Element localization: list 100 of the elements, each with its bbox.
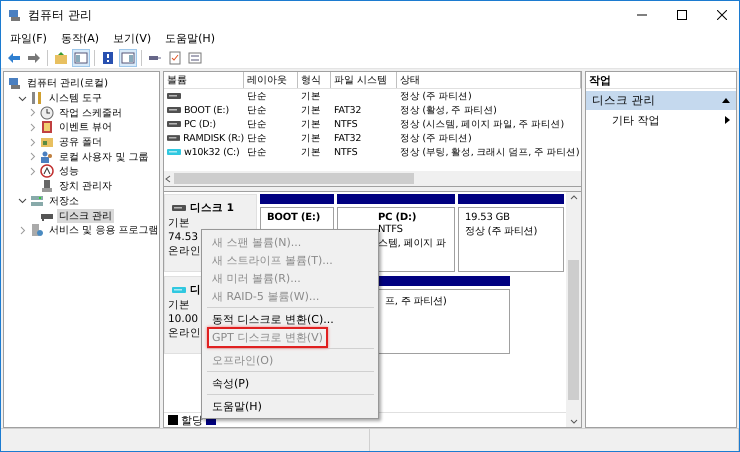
actions-section[interactable]: 디스크 관리 xyxy=(586,91,736,110)
disk-name: 디스크 1 xyxy=(190,201,234,215)
table-cell-text: 단순 xyxy=(246,146,268,158)
chevron-right-icon[interactable] xyxy=(18,226,27,235)
table-cell-text: 단순 xyxy=(246,132,268,144)
partition-info: 19.53 GB xyxy=(465,212,511,223)
disk-type: 기본 xyxy=(168,216,190,230)
table-cell: BOOT (E:) xyxy=(184,104,229,116)
partition[interactable]: 19.53 GB 정상 (주 파티션) xyxy=(458,207,564,272)
computer-icon xyxy=(8,76,22,90)
column-header[interactable]: 파일 시스템 xyxy=(331,72,397,88)
tree-item[interactable]: 공유 폴더 xyxy=(57,135,104,150)
column-header[interactable]: 상태 xyxy=(397,72,581,88)
submenu-arrow-icon xyxy=(725,116,730,124)
tree-item[interactable]: 저장소 xyxy=(47,194,81,208)
table-cell-text: 정상 (시스템, 페이지 파일, 주 파티션) xyxy=(399,118,565,130)
column-header[interactable]: 볼륨 xyxy=(164,72,244,88)
tree-item[interactable]: 시스템 도구 xyxy=(47,91,104,106)
panel-icon xyxy=(74,50,88,64)
action-item[interactable]: 기타 작업 xyxy=(586,110,736,130)
tree-item[interactable]: 컴퓨터 관리(로컬) xyxy=(25,76,110,90)
menu-item[interactable]: 속성(P) xyxy=(207,372,254,394)
panel-icon xyxy=(121,50,135,64)
table-cell-text: 기본 xyxy=(300,90,322,102)
checklist-icon xyxy=(168,50,182,64)
folder-up-icon xyxy=(54,50,68,64)
table-cell-text: FAT32 xyxy=(333,104,362,116)
table-cell-text: NTFS xyxy=(333,118,358,130)
toolbar-button[interactable] xyxy=(119,48,137,66)
forward-icon xyxy=(27,50,41,64)
partition-info: 프, 주 파티션) xyxy=(385,295,448,308)
column-header[interactable]: 형식 xyxy=(298,72,331,88)
table-cell-text: 단순 xyxy=(246,118,268,130)
chevron-right-icon[interactable] xyxy=(28,138,37,147)
chevron-down-icon[interactable] xyxy=(18,196,27,206)
clock-icon xyxy=(40,106,54,120)
table-cell-text: 기본 xyxy=(300,146,322,158)
partition-info: NTFS xyxy=(378,224,404,235)
table-cell-text: 기본 xyxy=(300,118,322,130)
folder-icon xyxy=(40,135,54,150)
table-cell-text: 단순 xyxy=(246,104,268,116)
toolbar-button[interactable] xyxy=(72,48,90,66)
table-cell-text: 기본 xyxy=(300,132,322,144)
chevron-down-icon[interactable] xyxy=(18,94,27,103)
tree-item[interactable]: 작업 스케줄러 xyxy=(57,106,124,120)
table-cell: RAMDISK (R:) xyxy=(183,132,244,144)
back-icon xyxy=(7,50,21,64)
disk-status: 온라인 xyxy=(168,326,201,340)
performance-icon xyxy=(40,164,54,178)
users-icon xyxy=(40,150,54,164)
chevron-right-icon[interactable] xyxy=(28,166,37,176)
list-icon xyxy=(188,50,202,64)
partition-name: PC (D:) xyxy=(378,212,418,223)
collapse-icon[interactable] xyxy=(722,98,730,103)
table-cell-text: NTFS xyxy=(333,146,358,158)
scroll-down-icon[interactable] xyxy=(570,419,578,425)
table-cell-text: 정상 (주 파티션) xyxy=(399,90,472,102)
table-cell: PC (D:) xyxy=(184,118,216,130)
table-cell-text: 정상 (주 파티션) xyxy=(399,132,472,144)
tree-item[interactable]: 성능 xyxy=(57,164,81,178)
table-cell-text: 단순 xyxy=(246,90,268,102)
column-header[interactable]: 레이아웃 xyxy=(244,72,298,88)
horizontal-scrollbar[interactable] xyxy=(164,171,581,186)
tree-item[interactable]: 서비스 및 응용 프로그램 xyxy=(47,223,161,238)
menu-item[interactable]: 도움말(H) xyxy=(158,30,222,46)
menu-item[interactable]: 동작(A) xyxy=(54,30,106,46)
tree-item[interactable]: 이벤트 뷰어 xyxy=(57,120,114,134)
menu-item[interactable]: 도움말(H) xyxy=(207,396,267,416)
chevron-right-icon[interactable] xyxy=(28,108,37,118)
chevron-right-icon[interactable] xyxy=(28,122,37,132)
partition-name: BOOT (E:) xyxy=(267,212,322,223)
close-icon xyxy=(717,10,727,20)
tree-item[interactable]: 디스크 관리 xyxy=(57,208,114,223)
actions-header: 작업 xyxy=(586,72,736,89)
partition-info: 정상 (주 파티션) xyxy=(465,225,538,238)
tree-item[interactable]: 로컬 사용자 및 그룹 xyxy=(57,150,151,164)
chevron-right-icon[interactable] xyxy=(28,152,37,162)
table-cell-text: FAT32 xyxy=(333,132,362,144)
table-cell: w10k32 (C:) xyxy=(184,146,240,158)
computer-icon xyxy=(8,8,22,22)
disk-size: 10.00 xyxy=(168,313,198,325)
scroll-up-icon[interactable] xyxy=(570,194,578,200)
legend-label: 할당 xyxy=(181,412,203,428)
disk-size: 74.53 xyxy=(168,231,198,243)
partition-info: 스템, 페이지 파 xyxy=(378,237,447,250)
storage-icon xyxy=(30,194,44,208)
table-cell-text: 기본 xyxy=(300,104,322,116)
table-cell-text: 정상 (부팅, 활성, 크래시 덤프, 주 파티션) xyxy=(399,146,580,158)
disk-type: 기본 xyxy=(168,298,190,312)
scroll-left-icon[interactable] xyxy=(164,174,172,182)
maximize-icon xyxy=(677,10,687,20)
menu-item[interactable]: 파일(F) xyxy=(3,30,54,46)
menu-item[interactable]: 보기(V) xyxy=(106,30,158,46)
device-icon xyxy=(40,179,54,194)
window-title: 컴퓨터 관리 xyxy=(28,6,93,24)
disk-status: 온라인 xyxy=(168,244,201,258)
table-cell-text: 정상 (활성, 주 파티션) xyxy=(399,104,498,116)
vertical-scrollbar[interactable] xyxy=(566,192,581,427)
tree-item[interactable]: 장치 관리자 xyxy=(57,179,114,194)
event-log-icon xyxy=(40,120,54,134)
